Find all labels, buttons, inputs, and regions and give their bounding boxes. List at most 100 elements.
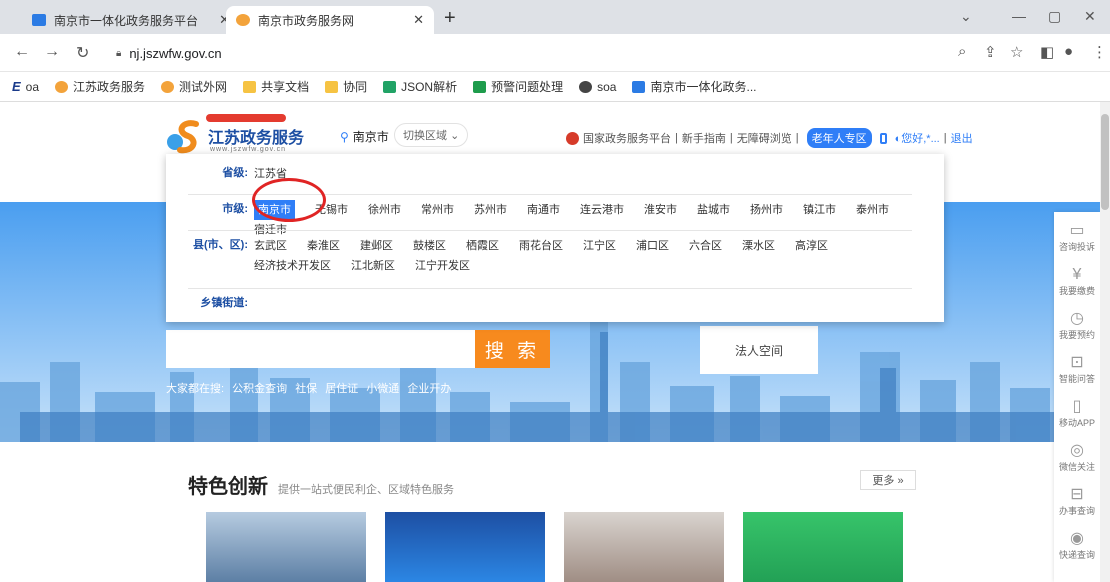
site-logo[interactable]: 江苏政务服务 www.jszwfw.gov.cn <box>166 110 304 158</box>
bookmark-soa[interactable]: soa <box>579 80 616 94</box>
express-query-tool[interactable]: ◉ 快递查询 <box>1054 530 1100 561</box>
province-item[interactable]: 江苏省 <box>254 164 287 184</box>
logout-link[interactable]: 退出 <box>951 130 973 146</box>
city-item[interactable]: 盐城市 <box>697 200 730 220</box>
feature-card-handshake[interactable] <box>206 512 366 582</box>
payment-tool[interactable]: ¥ 我要缴费 <box>1054 266 1100 297</box>
search-button[interactable]: 搜 索 <box>475 330 550 368</box>
county-item[interactable]: 江宁开发区 <box>415 256 470 276</box>
consult-complaint-tool[interactable]: ▭ 咨询投诉 <box>1054 222 1100 253</box>
city-item[interactable]: 徐州市 <box>368 200 401 220</box>
bookmark-shared-docs[interactable]: 共享文档 <box>243 78 309 95</box>
bookmark-star-icon[interactable]: ☆ <box>1010 43 1023 61</box>
json-icon <box>383 80 397 93</box>
user-greeting[interactable]: ◐您好,*... <box>895 130 940 146</box>
city-item[interactable]: 南京市 <box>254 200 295 220</box>
city-item[interactable]: 连云港市 <box>580 200 624 220</box>
side-panel-icon[interactable]: ◧ <box>1040 43 1054 61</box>
wechat-tool[interactable]: ◎ 微信关注 <box>1054 442 1100 473</box>
feature-card-qrcode[interactable] <box>743 512 903 582</box>
bookmark-json[interactable]: JSON解析 <box>383 78 457 95</box>
new-tab-icon[interactable]: + <box>444 8 456 28</box>
feature-card-network[interactable] <box>385 512 545 582</box>
guide-link[interactable]: 新手指南 <box>682 130 726 146</box>
city-item[interactable]: 无锡市 <box>315 200 348 220</box>
county-label: 县(市、区): <box>193 239 248 251</box>
robot-icon: ⊡ <box>1070 354 1084 371</box>
mobile-icon[interactable] <box>879 132 887 144</box>
county-item[interactable]: 溧水区 <box>742 236 775 256</box>
tab-search-icon[interactable]: ⌄ <box>960 8 972 25</box>
county-item[interactable]: 江宁区 <box>583 236 616 256</box>
city-item[interactable]: 泰州市 <box>856 200 889 220</box>
mobile-app-tool[interactable]: ▯ 移动APP <box>1054 398 1100 429</box>
search-input[interactable] <box>166 330 475 368</box>
bookmark-oa[interactable]: Eoa <box>12 79 39 94</box>
affairs-query-tool[interactable]: ⊟ 办事查询 <box>1054 486 1100 517</box>
tool-label: 办事查询 <box>1058 506 1095 516</box>
elder-zone-button[interactable]: 老年人专区 <box>806 128 872 148</box>
hot-term[interactable]: 社保 <box>295 383 317 395</box>
tab-nanjing-platform[interactable]: 南京市一体化政务服务平台 ✕ <box>22 6 240 34</box>
current-city[interactable]: ⚲ 南京市 <box>340 128 389 145</box>
county-item[interactable]: 高淳区 <box>795 236 828 256</box>
county-item[interactable]: 江北新区 <box>351 256 395 276</box>
national-platform-link[interactable]: 国家政务服务平台 <box>583 130 671 146</box>
divider: | <box>795 132 799 144</box>
bookmark-test-net[interactable]: 测试外网 <box>161 78 227 95</box>
smart-qa-tool[interactable]: ⊡ 智能问答 <box>1054 354 1100 385</box>
county-item[interactable]: 雨花台区 <box>519 236 563 256</box>
bookmark-label: 共享文档 <box>261 80 310 94</box>
county-item[interactable]: 鼓楼区 <box>413 236 446 256</box>
maximize-icon[interactable]: ▢ <box>1048 8 1061 25</box>
county-item[interactable]: 栖霞区 <box>466 236 499 256</box>
scrollbar-thumb[interactable] <box>1101 114 1109 210</box>
barrier-free-link[interactable]: 无障碍浏览 <box>737 130 792 146</box>
profile-icon[interactable]: ● <box>1064 43 1073 60</box>
close-window-icon[interactable]: ✕ <box>1084 8 1096 25</box>
city-item[interactable]: 扬州市 <box>750 200 783 220</box>
zoom-icon[interactable]: ⌕ <box>958 43 966 60</box>
city-item[interactable]: 镇江市 <box>803 200 836 220</box>
switch-region-button[interactable]: 切换区域 ⌄ <box>394 123 469 147</box>
hot-term[interactable]: 小微通 <box>366 383 399 395</box>
city-item[interactable]: 淮安市 <box>644 200 677 220</box>
bookmark-jiangsu[interactable]: 江苏政务服务 <box>55 78 145 95</box>
more-button[interactable]: 更多 » <box>860 470 916 490</box>
feature-card-teamwork[interactable] <box>564 512 724 582</box>
page-scrollbar[interactable] <box>1100 102 1110 582</box>
reload-icon[interactable]: ↻ <box>76 43 89 63</box>
logo-ribbon <box>206 114 286 122</box>
menu-icon[interactable]: ⋮ <box>1092 43 1107 61</box>
county-item[interactable]: 浦口区 <box>636 236 669 256</box>
city-item[interactable]: 常州市 <box>421 200 454 220</box>
tool-label: 微信关注 <box>1058 462 1095 472</box>
bookmark-nanjing[interactable]: 南京市一体化政务... <box>632 78 757 95</box>
tab-nanjing-service[interactable]: 南京市政务服务网 ✕ <box>226 6 434 34</box>
url-field[interactable]: 🔒︎ nj.jszwfw.gov.cn <box>106 39 1010 67</box>
hot-term[interactable]: 居住证 <box>325 383 358 395</box>
county-item[interactable]: 建邺区 <box>360 236 393 256</box>
hot-term[interactable]: 公积金查询 <box>232 383 287 395</box>
city-item[interactable]: 南通市 <box>527 200 560 220</box>
appointment-tool[interactable]: ◷ 我要预约 <box>1054 310 1100 341</box>
county-item[interactable]: 经济技术开发区 <box>254 256 331 276</box>
city-item[interactable]: 苏州市 <box>474 200 507 220</box>
town-label: 乡镇街道: <box>200 297 248 309</box>
county-item[interactable]: 秦淮区 <box>307 236 340 256</box>
logo-mark-icon <box>167 120 199 154</box>
close-tab-icon[interactable]: ✕ <box>413 12 424 28</box>
bookmark-warning[interactable]: 预警问题处理 <box>473 78 563 95</box>
legal-person-space[interactable]: 法人空间 <box>700 326 818 374</box>
hot-term[interactable]: 企业开办 <box>407 383 451 395</box>
forward-icon[interactable]: → <box>44 43 60 61</box>
minimize-icon[interactable]: — <box>1012 8 1026 24</box>
back-icon[interactable]: ← <box>14 43 30 61</box>
county-item[interactable]: 六合区 <box>689 236 722 256</box>
divider <box>188 194 912 195</box>
share-icon[interactable]: ⇪ <box>984 43 997 61</box>
county-item[interactable]: 玄武区 <box>254 236 287 256</box>
bookmark-cooperation[interactable]: 协同 <box>325 78 367 95</box>
greeting-text: 您好,*... <box>901 133 940 145</box>
bookmarks-bar: Eoa 江苏政务服务 测试外网 共享文档 协同 JSON解析 预警问题处理 so… <box>0 72 1110 102</box>
